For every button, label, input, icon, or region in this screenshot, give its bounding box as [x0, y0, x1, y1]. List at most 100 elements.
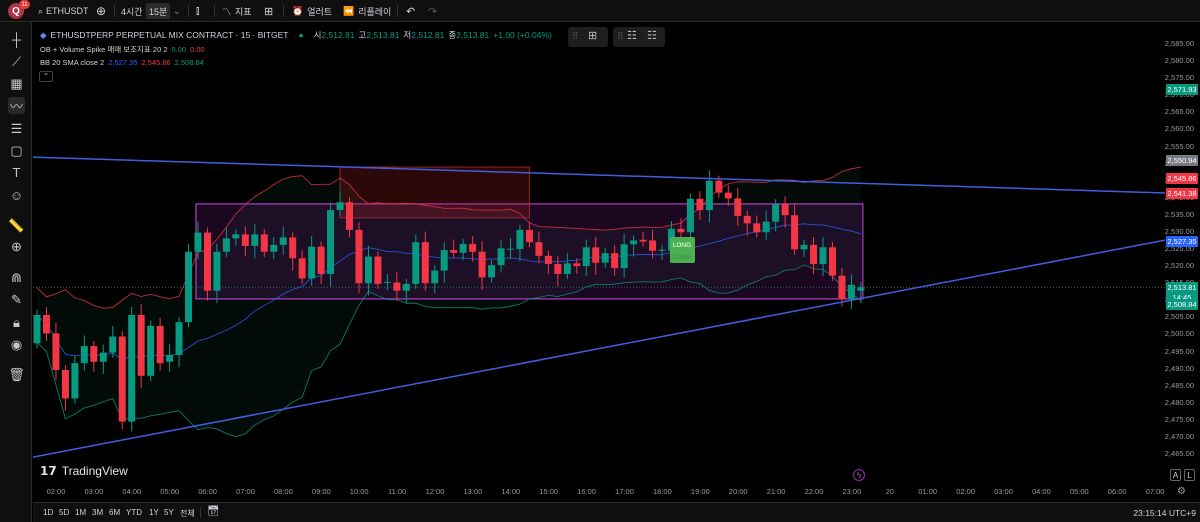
time-tick: 05:00 — [160, 487, 180, 496]
price-label-value: 2,527.35 — [1167, 236, 1197, 246]
candle — [33, 309, 41, 349]
candle-body — [346, 202, 354, 230]
candle-body — [535, 242, 543, 256]
range-1y[interactable]: 1Y — [149, 508, 159, 517]
price-tick: 2,560.00 — [1164, 124, 1194, 134]
candle-body — [753, 223, 761, 233]
log-scale-button[interactable]: L — [1184, 469, 1195, 481]
settings-sliders-icon[interactable]: ☷ — [627, 29, 637, 42]
price-label: 2,550.94 — [1166, 155, 1198, 167]
time-tick: 03:00 — [994, 487, 1013, 496]
legend-title: ETHUSDTPERP PERPETUAL MIX CONTRACT · 15 … — [50, 30, 289, 40]
candle-body — [516, 229, 524, 250]
time-tick: 16:00 — [577, 487, 596, 496]
range-all[interactable]: 전체 — [180, 508, 195, 519]
time-tick: 13:00 — [463, 487, 483, 496]
floating-toolbar-2: ⠿ ☷ ☷ — [613, 27, 665, 47]
candle-body — [573, 263, 581, 267]
candle-body — [374, 256, 382, 284]
candle-body — [705, 180, 713, 211]
drag-handle-icon[interactable]: ⠿ — [617, 31, 624, 42]
price-chart[interactable]: LONG LONG — [0, 0, 1200, 522]
price-tick: 2,530.00 — [1164, 226, 1194, 236]
price-label-value: 2,550.94 — [1167, 156, 1197, 166]
candle-body — [336, 202, 344, 211]
lightning-event-icon[interactable]: ϟ — [853, 469, 865, 481]
price-tick: 2,565.00 — [1164, 107, 1194, 117]
collapse-legend-button[interactable]: ⌃ — [39, 71, 53, 82]
bottom-toolbar: 1D 5D 1M 3M 6M YTD 1Y 5Y 전체 📅︎ 23:15:14 … — [33, 502, 1200, 522]
price-label-value: 2,545.86 — [1167, 173, 1197, 183]
candle-body — [488, 265, 496, 278]
candle-body — [507, 248, 514, 250]
drag-handle-icon[interactable]: ⠿ — [572, 31, 579, 42]
indicator-name: OB + Volume Spike 매매 보조지표 20 2 — [40, 45, 168, 54]
candle-body — [194, 232, 202, 252]
time-tick: 15:00 — [539, 487, 559, 496]
candle-body — [241, 234, 249, 246]
candle-body — [838, 275, 846, 300]
settings-gear-icon[interactable]: ⚙ — [1177, 486, 1186, 497]
time-tick: 12:00 — [425, 487, 445, 496]
candle — [203, 227, 211, 301]
range-5y[interactable]: 5Y — [164, 508, 174, 517]
clock-timezone[interactable]: 23:15:14 UTC+9 — [1133, 508, 1196, 518]
candle-body — [402, 283, 410, 291]
close-value: 2,513.81 — [456, 30, 490, 40]
price-tick: 2,580.00 — [1164, 56, 1194, 66]
time-tick: 03:00 — [84, 487, 104, 496]
price-tick: 2,575.00 — [1164, 73, 1194, 83]
candle-body — [128, 314, 136, 422]
add-indicator-icon[interactable]: ⊞ — [588, 29, 597, 42]
candle-body — [327, 210, 335, 274]
candle-body — [601, 253, 609, 263]
object-tree-icon[interactable]: ☷ — [647, 29, 657, 42]
range-6m[interactable]: 6M — [109, 508, 120, 517]
candle-body — [222, 238, 230, 252]
candle-body — [658, 249, 666, 251]
candle-body — [800, 244, 808, 250]
range-1m[interactable]: 1M — [75, 508, 86, 517]
price-tick: 2,495.00 — [1164, 346, 1194, 356]
candle — [412, 234, 420, 289]
time-tick: 02:00 — [46, 487, 66, 496]
candle-body — [80, 346, 88, 364]
price-tick: 2,585.00 — [1164, 39, 1194, 48]
candle-body — [166, 354, 174, 362]
time-tick: 06:00 — [1107, 487, 1127, 496]
candle-body — [393, 282, 401, 291]
candle-body — [469, 243, 477, 252]
indicator-value: 0.00 — [171, 45, 187, 54]
price-tick: 2,555.00 — [1164, 141, 1194, 151]
range-5d[interactable]: 5D — [59, 508, 69, 517]
price-tick: 2,470.00 — [1164, 431, 1194, 441]
legend-indicator-bb[interactable]: BB 20 SMA close 2 2,527.35 2,545.86 2,50… — [40, 58, 204, 67]
candle-body — [137, 314, 145, 376]
legend-indicator-ob[interactable]: OB + Volume Spike 매매 보조지표 20 2 0.00 0.00 — [40, 44, 205, 55]
auto-scale-button[interactable]: A — [1170, 469, 1181, 481]
candle-body — [620, 244, 628, 269]
range-3m[interactable]: 3M — [92, 508, 103, 517]
price-tick: 2,520.00 — [1164, 261, 1194, 271]
time-tick: 18:00 — [653, 487, 672, 496]
time-tick: 02:00 — [956, 487, 975, 496]
candle-body — [724, 192, 732, 199]
candle-body — [450, 250, 458, 253]
candle-body — [364, 256, 372, 284]
candle-body — [743, 215, 751, 224]
candle-body — [459, 243, 467, 253]
candle-body — [308, 246, 316, 279]
candle-body — [156, 325, 164, 364]
range-ytd[interactable]: YTD — [126, 508, 142, 517]
floating-toolbar-1: ⠿ ⊞ — [568, 27, 608, 47]
candle-body — [677, 228, 685, 233]
tradingview-logo[interactable]: 𝟭𝟳 TradingView — [40, 464, 128, 478]
go-to-date-icon[interactable]: 📅︎ — [207, 506, 220, 517]
time-tick: 04:00 — [122, 487, 142, 496]
candle-body — [270, 244, 278, 252]
range-1d[interactable]: 1D — [43, 508, 53, 517]
candle-body — [109, 336, 117, 353]
candle-body — [525, 229, 533, 243]
change-value: +1.00 (+0.04%) — [493, 30, 552, 40]
price-tick: 2,535.00 — [1164, 209, 1194, 219]
